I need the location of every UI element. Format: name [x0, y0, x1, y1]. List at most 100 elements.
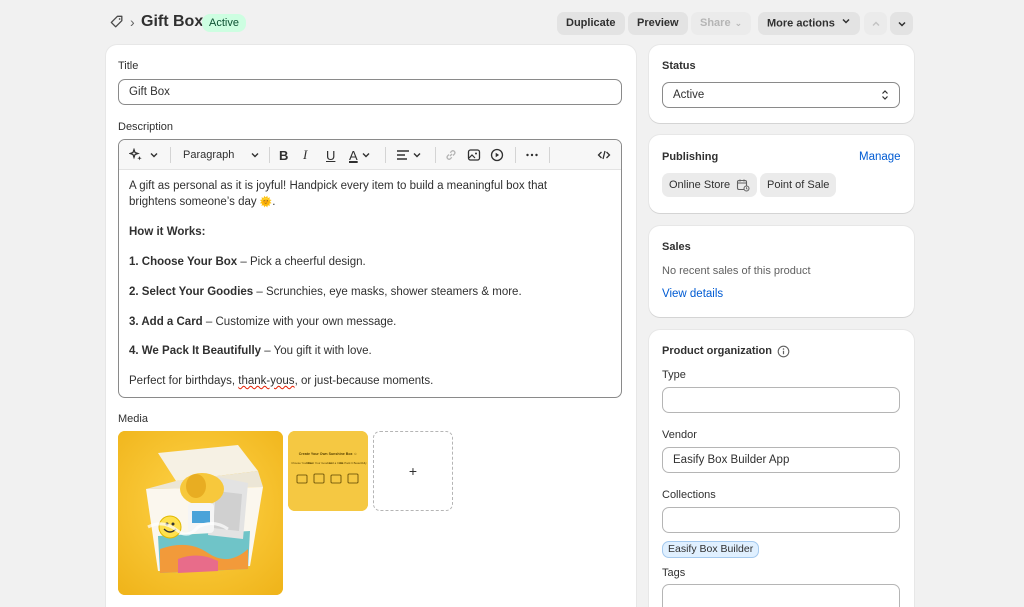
toolbar-divider	[549, 147, 550, 163]
step-title: 1. Choose Your Box	[129, 256, 238, 268]
duplicate-button[interactable]: Duplicate	[557, 12, 625, 35]
underline-button[interactable]: U	[326, 147, 335, 163]
intro-line-2: brightens someone’s day	[129, 196, 260, 208]
collections-input[interactable]	[662, 507, 900, 533]
status-badge: Active	[202, 14, 246, 32]
title-input[interactable]: Gift Box	[118, 79, 622, 105]
intro-line-1: A gift as personal as it is joyful! Hand…	[129, 180, 548, 192]
insert-image-button[interactable]	[467, 147, 481, 163]
channel-online-store[interactable]: Online Store	[662, 173, 758, 197]
play-circle-icon	[490, 148, 504, 162]
step-text: – You gift it with love.	[261, 345, 372, 357]
toolbar-divider	[170, 147, 171, 163]
step-text: – Scrunchies, eye masks, shower steamers…	[253, 286, 522, 298]
sun-emoji: 🌞	[259, 197, 273, 208]
collection-chip[interactable]: Easify Box Builder	[662, 541, 760, 558]
link-button[interactable]	[444, 147, 458, 163]
status-select[interactable]: Active	[662, 82, 900, 108]
more-actions-button[interactable]: More actions	[758, 12, 860, 35]
chevron-down-icon	[150, 153, 158, 158]
html-view-button[interactable]	[597, 147, 611, 163]
text-color-icon: A	[349, 147, 358, 163]
bold-icon: B	[279, 147, 289, 163]
manage-link[interactable]: Manage	[859, 151, 901, 163]
intro-period: .	[272, 196, 276, 208]
chevron-down-icon: ⌄	[734, 18, 743, 28]
link-icon	[446, 150, 456, 160]
editor-toolbar: Paragraph B I U A	[119, 140, 621, 170]
description-step: 2. Select Your Goodies – Scrunchies, eye…	[129, 284, 609, 300]
paragraph-style-label: Paragraph	[183, 149, 235, 161]
page-header: › Gift Box Active Duplicate Preview Shar…	[0, 0, 1024, 46]
tag-icon[interactable]	[110, 15, 126, 31]
channel-label: Online Store	[669, 179, 731, 191]
vendor-input[interactable]: Easify Box Builder App	[662, 447, 900, 473]
code-icon	[597, 150, 611, 160]
next-product-button[interactable]	[890, 12, 913, 35]
product-organization-label: Product organization	[662, 345, 772, 357]
share-button[interactable]: Share ⌄	[691, 12, 752, 35]
step-text: – Customize with your own message.	[202, 316, 397, 328]
title-label: Title	[118, 60, 139, 72]
collections-label: Collections	[662, 489, 716, 501]
chevron-down-icon	[362, 153, 370, 158]
step-text: – Pick a cheerful design.	[237, 256, 366, 268]
vendor-label: Vendor	[662, 429, 697, 441]
publishing-label: Publishing	[662, 151, 719, 163]
infographic-image: Create Your Own Sunshine Box ☺ Choose Yo…	[288, 431, 368, 511]
info-icon[interactable]	[777, 345, 790, 361]
paragraph-style-select[interactable]: Paragraph	[183, 147, 260, 163]
description-editor[interactable]: Paragraph B I U A A gift as personal as …	[118, 139, 622, 398]
sparkle-icon	[129, 148, 142, 161]
toolbar-divider	[269, 147, 270, 163]
status-select-value: Active	[673, 89, 705, 101]
outro-text: Perfect for birthdays,	[129, 375, 239, 387]
description-outro: Perfect for birthdays, thank-yous, or ju…	[129, 373, 609, 389]
how-it-works-heading: How it Works:	[129, 226, 206, 238]
ellipsis-icon	[526, 153, 538, 157]
chevron-down-icon	[413, 153, 421, 158]
description-step: 1. Choose Your Box – Pick a cheerful des…	[129, 254, 609, 270]
underline-icon: U	[326, 147, 336, 163]
previous-product-button[interactable]	[864, 12, 887, 35]
page-title: Gift Box	[141, 13, 204, 30]
media-thumbnail-infographic[interactable]: Create Your Own Sunshine Box ☺ Choose Yo…	[288, 431, 368, 511]
select-caret-icon	[882, 90, 888, 100]
italic-icon: I	[303, 147, 308, 162]
magic-button[interactable]	[129, 147, 159, 163]
infographic-step: We Pack It Beautifully	[339, 461, 367, 465]
channel-point-of-sale[interactable]: Point of Sale	[760, 173, 837, 197]
align-button[interactable]	[396, 147, 422, 163]
toolbar-divider	[435, 147, 436, 163]
media-label: Media	[118, 413, 148, 425]
insert-video-button[interactable]	[490, 147, 504, 163]
infographic-title: Create Your Own Sunshine Box ☺	[299, 452, 357, 456]
sales-empty-text: No recent sales of this product	[662, 265, 811, 277]
preview-button[interactable]: Preview	[628, 12, 688, 35]
more-formatting-button[interactable]	[525, 147, 539, 163]
calendar-schedule-icon	[737, 179, 750, 192]
bold-button[interactable]: B	[279, 147, 288, 163]
text-color-button[interactable]: A	[349, 147, 371, 163]
type-label: Type	[662, 369, 686, 381]
misspelled-word: thank-yous	[238, 375, 295, 387]
outro-text: , or just-because moments.	[294, 375, 434, 387]
step-title: 4. We Pack It Beautifully	[129, 345, 262, 357]
view-details-link[interactable]: View details	[662, 288, 723, 300]
description-heading: How it Works:	[129, 224, 609, 240]
media-thumbnail-primary[interactable]	[118, 431, 283, 595]
status-label: Status	[662, 60, 696, 72]
tags-label: Tags	[662, 567, 686, 579]
description-intro: A gift as personal as it is joyful! Hand…	[129, 178, 609, 211]
share-label: Share	[700, 17, 731, 29]
add-media-button[interactable]: +	[373, 431, 453, 511]
more-actions-label: More actions	[767, 17, 835, 30]
type-input[interactable]	[662, 387, 900, 413]
chevron-up-icon	[871, 20, 880, 26]
italic-button[interactable]: I	[303, 147, 307, 163]
toolbar-divider	[515, 147, 516, 163]
tags-input[interactable]	[662, 584, 900, 607]
breadcrumb-chevron-icon: ›	[130, 14, 135, 30]
gift-box-photo	[118, 431, 283, 595]
sales-label: Sales	[662, 241, 691, 253]
